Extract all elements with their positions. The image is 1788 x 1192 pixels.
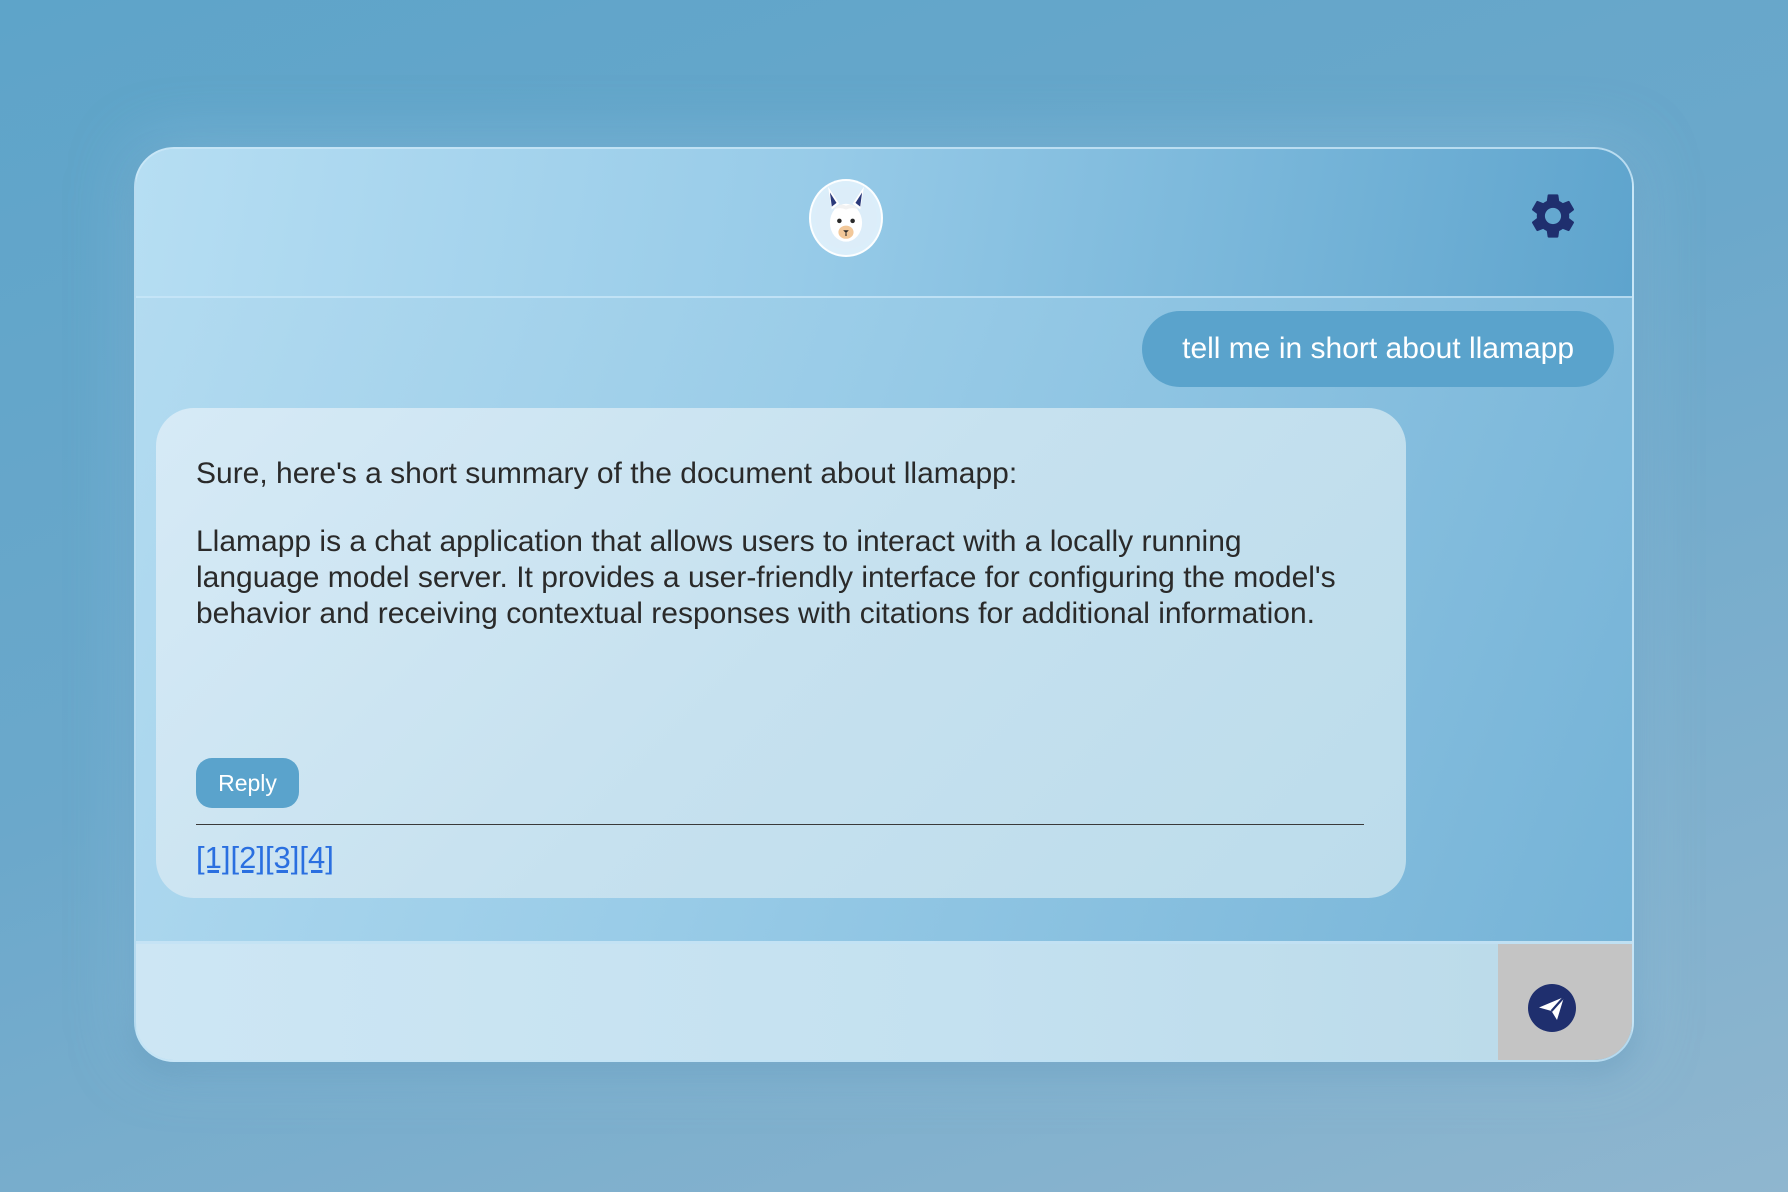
message-input[interactable] [136,944,1498,1060]
chat-window: tell me in short about llamapp Sure, her… [134,147,1634,1062]
composer [136,941,1632,1060]
assistant-message-body: Llamapp is a chat application that allow… [196,525,1336,630]
settings-button[interactable] [1526,189,1580,243]
assistant-message-intro: Sure, here's a short summary of the docu… [196,457,1018,490]
send-button[interactable] [1498,944,1632,1060]
header [136,149,1632,298]
citation-link-4[interactable]: [4] [299,840,333,876]
citation-link-2[interactable]: [2] [230,840,264,876]
reply-button[interactable]: Reply [196,758,299,808]
user-message-bubble: tell me in short about llamapp [1142,311,1614,387]
gear-icon [1531,194,1575,238]
llama-icon [809,179,883,257]
send-icon [1528,984,1576,1032]
assistant-message-bubble: Sure, here's a short summary of the docu… [156,408,1406,898]
citation-links: [1] [2] [3] [4] [196,840,334,876]
citations-divider [196,824,1364,825]
citation-link-3[interactable]: [3] [265,840,299,876]
citation-link-1[interactable]: [1] [196,840,230,876]
